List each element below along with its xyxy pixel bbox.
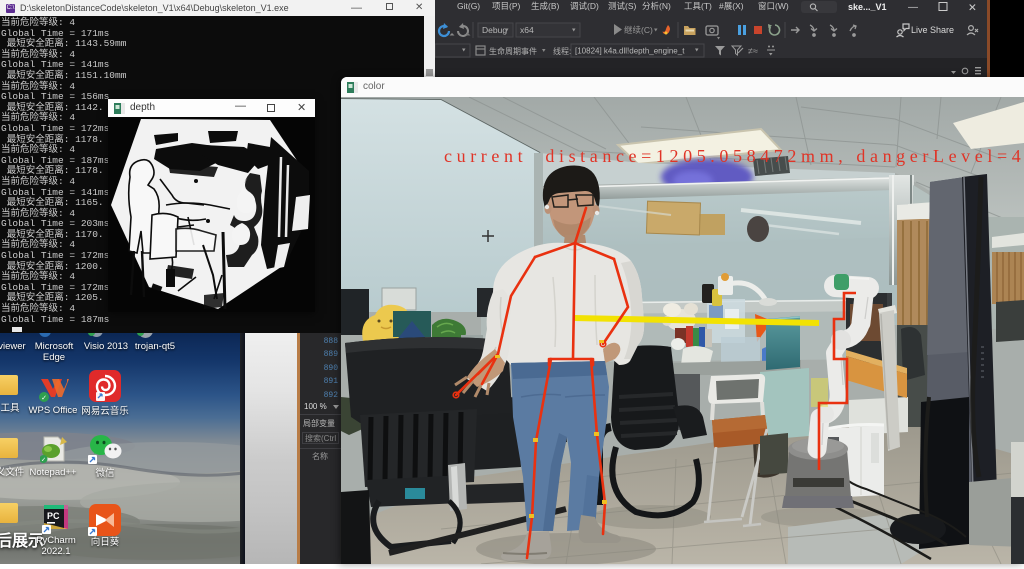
svg-text:ske..._V1: ske..._V1: [848, 2, 887, 12]
svg-text:Live Share: Live Share: [911, 25, 954, 35]
svg-text:线程:: 线程:: [553, 46, 571, 56]
svg-text:PC: PC: [47, 511, 60, 521]
svg-text:current distance=1205.058472m: current distance=1205.058472mm, dangerLe…: [444, 146, 1024, 166]
svg-text:✓: ✓: [41, 458, 46, 464]
svg-text:—: —: [908, 2, 918, 13]
svg-text:✕: ✕: [968, 2, 977, 14]
svg-text:项目(P): 项目(P): [492, 1, 521, 11]
svg-text:窗口(W): 窗口(W): [758, 1, 789, 11]
svg-text:生命周期事件: 生命周期事件: [489, 46, 537, 56]
svg-text:工具(T): 工具(T): [684, 1, 712, 11]
svg-text:#展(X): #展(X): [719, 1, 744, 11]
svg-text:Debug: Debug: [482, 25, 507, 35]
svg-text:≠≈: ≠≈: [748, 46, 758, 56]
svg-text:[10824] k4a.dll!depth_engine_t: [10824] k4a.dll!depth_engine_t: [575, 47, 685, 56]
svg-text:x64: x64: [520, 25, 534, 35]
svg-text:调试(D): 调试(D): [570, 1, 599, 11]
svg-text:✓: ✓: [41, 395, 47, 402]
svg-text:分析(N): 分析(N): [642, 1, 671, 11]
svg-text:测试(S): 测试(S): [608, 1, 637, 11]
svg-text:生成(B): 生成(B): [531, 1, 560, 11]
svg-text:Git(G): Git(G): [457, 1, 480, 11]
svg-text:继续(C): 继续(C): [624, 25, 653, 35]
